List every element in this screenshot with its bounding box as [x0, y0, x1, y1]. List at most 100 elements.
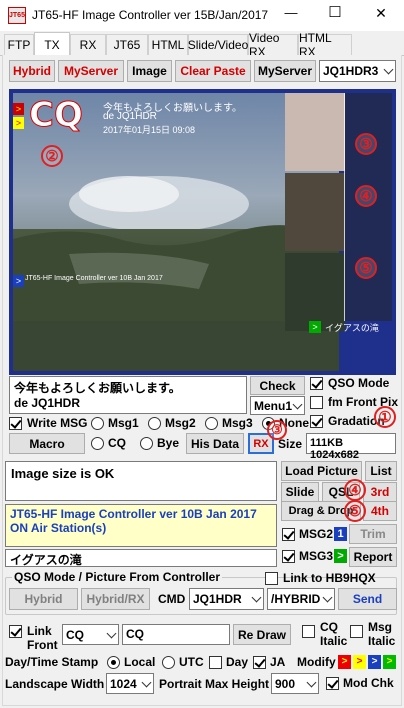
- tab-jt65[interactable]: JT65: [106, 34, 148, 55]
- caption-field[interactable]: イグアスの滝: [5, 549, 277, 567]
- mode-select-value: /HYBRID: [271, 592, 321, 606]
- cmd-select[interactable]: JQ1HDR: [189, 588, 264, 610]
- report-button[interactable]: Report: [349, 547, 397, 567]
- bye-label: Bye: [157, 436, 180, 450]
- chevron-down-icon: [141, 677, 152, 687]
- tab-html-rx[interactable]: HTML RX: [298, 31, 352, 59]
- cq-italic-checkbox[interactable]: [302, 625, 315, 638]
- utc-radio[interactable]: [162, 656, 175, 669]
- qso-mode-label: QSO Mode: [328, 376, 390, 390]
- chevron-down-icon: [306, 677, 317, 687]
- msg2-radio[interactable]: [148, 417, 161, 430]
- link-hb9-label: Link to HB9HQX: [283, 571, 376, 585]
- cq-radio[interactable]: [91, 437, 104, 450]
- fm-front-pix-checkbox[interactable]: [310, 396, 323, 409]
- list-button[interactable]: List: [365, 461, 397, 481]
- chevron-down-icon: [106, 628, 117, 638]
- mode-select[interactable]: /HYBRID: [267, 588, 335, 610]
- myserver-red-button[interactable]: MyServer: [58, 60, 124, 82]
- local-radio[interactable]: [107, 656, 120, 669]
- landscape-width-select[interactable]: 1024: [106, 673, 154, 694]
- mod-chk-checkbox[interactable]: [326, 677, 339, 690]
- slide-button[interactable]: Slide: [281, 482, 319, 502]
- macro-button[interactable]: Macro: [9, 433, 85, 454]
- circle-5b: ⑤: [344, 500, 366, 522]
- maximize-icon[interactable]: ☐: [320, 3, 350, 21]
- msg3-label: Msg3: [222, 416, 253, 430]
- circle-2: ②: [41, 145, 63, 167]
- marker-bottom-green[interactable]: >: [309, 321, 321, 333]
- msg2-checkbox[interactable]: [282, 528, 295, 541]
- tab-html[interactable]: HTML: [148, 34, 188, 55]
- day-checkbox[interactable]: [209, 656, 222, 669]
- re-draw-button[interactable]: Re Draw: [233, 624, 291, 645]
- utc-label: UTC: [179, 655, 204, 669]
- hybrid-button[interactable]: Hybrid: [9, 60, 55, 82]
- circle-4b: ④: [344, 479, 366, 501]
- gradation-checkbox[interactable]: [310, 415, 323, 428]
- image-preview[interactable]: CQ 今年もよろしくお願いします。 de JQ1HDR 2017年01月15日 …: [9, 89, 396, 375]
- his-data-button[interactable]: His Data: [186, 433, 244, 454]
- portrait-max-height-label: Portrait Max Height: [159, 677, 270, 691]
- overlay-line2: de JQ1HDR: [103, 111, 157, 122]
- msg1-radio[interactable]: [91, 417, 104, 430]
- image-button[interactable]: Image: [127, 60, 172, 82]
- close-icon[interactable]: ✕: [366, 5, 396, 22]
- circle-4: ④: [355, 185, 377, 207]
- send-button[interactable]: Send: [338, 588, 397, 610]
- tab-rx[interactable]: RX: [70, 34, 106, 55]
- marker-top-yellow[interactable]: >: [13, 117, 24, 129]
- tab-ftp[interactable]: FTP: [4, 34, 34, 55]
- msg-italic-checkbox[interactable]: [350, 625, 363, 638]
- bye-radio[interactable]: [140, 437, 153, 450]
- size-label: Size: [278, 437, 303, 451]
- qso-hybrid-button[interactable]: Hybrid: [9, 588, 78, 610]
- front-text-input[interactable]: CQ: [122, 624, 230, 645]
- ja-checkbox[interactable]: [253, 656, 266, 669]
- msg3-badge[interactable]: >: [334, 549, 347, 563]
- myserver-button[interactable]: MyServer: [254, 60, 316, 82]
- msg-italic-label2: Italic: [368, 634, 396, 648]
- tab-tx[interactable]: TX: [34, 32, 70, 56]
- tab-video-rx[interactable]: Video RX: [248, 31, 298, 59]
- portrait-max-height-select[interactable]: 900: [271, 673, 319, 694]
- front-select[interactable]: CQ: [62, 624, 119, 645]
- message-textbox[interactable]: 今年もよろしくお願いします。 de JQ1HDR: [9, 376, 247, 414]
- qso-hybrid-rx-button[interactable]: Hybrid/RX: [81, 588, 150, 610]
- trim-button[interactable]: Trim: [349, 524, 397, 544]
- title-bar: JT65 JT65-HF Image Controller ver 15B/Ja…: [0, 0, 404, 31]
- qso-mode-checkbox[interactable]: [310, 377, 323, 390]
- link-front-checkbox[interactable]: [9, 625, 22, 638]
- msg3-radio[interactable]: [205, 417, 218, 430]
- cmd-select-value: JQ1HDR: [193, 592, 242, 606]
- clear-paste-button[interactable]: Clear Paste: [175, 60, 251, 82]
- minimize-icon[interactable]: —: [276, 5, 306, 20]
- swatch-green[interactable]: >: [383, 655, 396, 669]
- modify-label: Modify: [297, 655, 336, 669]
- msg2-badge[interactable]: 1: [334, 527, 347, 541]
- msg2-label-right: MSG2: [299, 527, 334, 541]
- write-msg-checkbox[interactable]: [9, 417, 22, 430]
- marker-top-red[interactable]: >: [13, 103, 24, 115]
- swatch-yellow[interactable]: >: [353, 655, 366, 669]
- landscape-width-label: Landscape Width: [5, 677, 105, 691]
- server-select[interactable]: JQ1HDR3: [319, 60, 396, 82]
- link-hb9-checkbox[interactable]: [265, 572, 278, 585]
- circle-3: ③: [355, 133, 377, 155]
- msg2-label: Msg2: [165, 416, 196, 430]
- check-button[interactable]: Check: [250, 376, 305, 395]
- tab-slide-video[interactable]: Slide/Video: [188, 34, 248, 55]
- circle-5: ⑤: [355, 257, 377, 279]
- marker-left-blue[interactable]: >: [13, 275, 24, 287]
- day-label: Day: [226, 655, 249, 669]
- msg3-checkbox[interactable]: [282, 550, 295, 563]
- swatch-red[interactable]: >: [338, 655, 351, 669]
- size-value: 111KB 1024x682: [306, 433, 396, 461]
- mod-chk-label: Mod Chk: [343, 676, 394, 690]
- load-picture-button[interactable]: Load Picture: [281, 461, 362, 481]
- third-button[interactable]: 3rd: [363, 482, 397, 502]
- swatch-blue[interactable]: >: [368, 655, 381, 669]
- menu-select[interactable]: Menu1: [250, 396, 305, 415]
- cq-italic-label2: Italic: [320, 634, 348, 648]
- fourth-button[interactable]: 4th: [363, 501, 397, 521]
